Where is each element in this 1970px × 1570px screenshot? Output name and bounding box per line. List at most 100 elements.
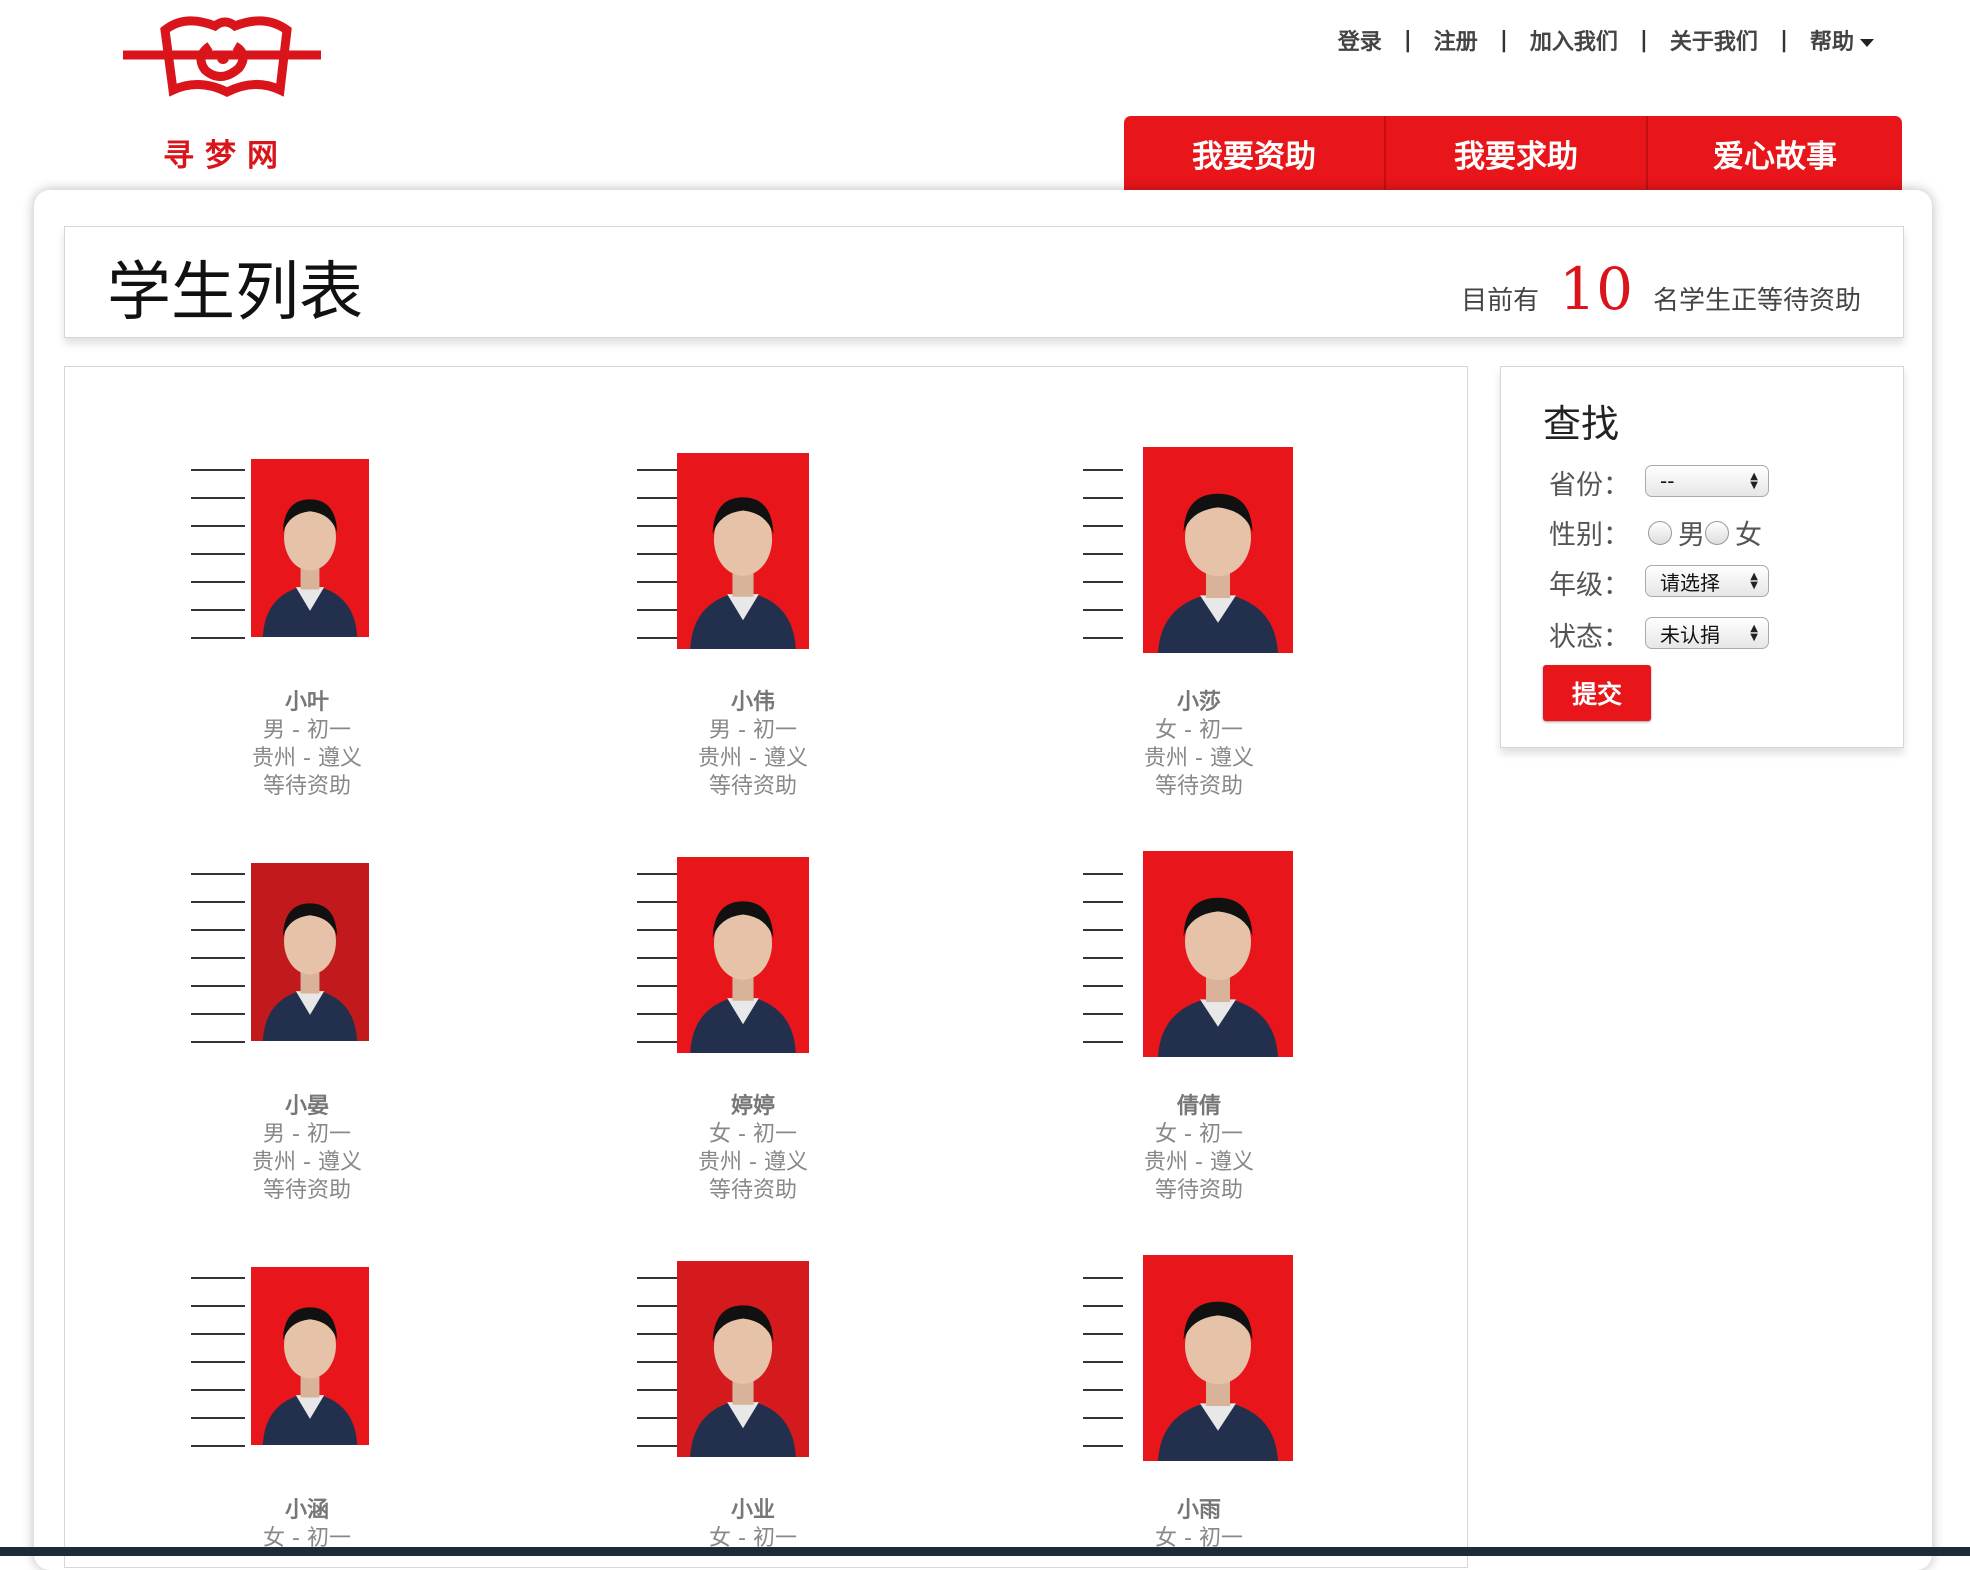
student-location: 贵州 - 遵义 (252, 1150, 362, 1175)
student-gender-grade: 男 - 初一 (263, 1122, 351, 1147)
nav-help-label: 帮助 (1809, 30, 1854, 55)
person-silhouette (690, 497, 796, 649)
status-row: 状态： (1549, 615, 1630, 654)
person-silhouette (1158, 1301, 1278, 1461)
student-name[interactable]: 小莎 (1049, 689, 1349, 717)
student-name[interactable]: 小伟 (603, 689, 903, 717)
grade-select[interactable]: 请选择 ▲ ▼ (1645, 565, 1769, 597)
form-lines (191, 843, 251, 1083)
student-name[interactable]: 小雨 (1049, 1497, 1349, 1525)
nav-login[interactable]: 登录 (1338, 24, 1382, 56)
gender-label: 性别： (1549, 520, 1630, 551)
student-photo[interactable] (1083, 1247, 1315, 1487)
student-location: 贵州 - 遵义 (698, 746, 808, 771)
nav-separator: | (1403, 27, 1412, 53)
student-gender-grade: 女 - 初一 (1155, 1122, 1243, 1147)
student-card[interactable]: 倩倩女 - 初一 贵州 - 遵义 等待资助 (1049, 843, 1349, 1205)
person-silhouette (1158, 493, 1278, 653)
photo-background (677, 453, 809, 649)
gender-row: 性别： 男 女 (1549, 513, 1762, 552)
photo-background (1143, 447, 1293, 653)
grade-value: 请选择 (1660, 570, 1720, 595)
count-suffix: 名学生正等待资助 (1652, 286, 1861, 316)
province-row: 省份： (1549, 463, 1630, 502)
student-photo[interactable] (637, 1247, 869, 1487)
student-name[interactable]: 小晏 (157, 1093, 457, 1121)
tab-sponsor[interactable]: 我要资助 (1124, 116, 1386, 190)
student-photo[interactable] (191, 439, 423, 679)
student-gender-grade: 男 - 初一 (709, 718, 797, 743)
person-silhouette (690, 901, 796, 1053)
student-status: 等待资助 (1154, 1178, 1243, 1203)
nav-join-us[interactable]: 加入我们 (1530, 24, 1618, 56)
photo-background (251, 1267, 369, 1445)
grade-label: 年级： (1549, 570, 1630, 601)
student-card[interactable]: 小业女 - 初一 (603, 1247, 903, 1553)
province-label: 省份： (1549, 470, 1630, 501)
student-gender-grade: 男 - 初一 (263, 718, 351, 743)
student-card[interactable]: 小涵女 - 初一 (157, 1247, 457, 1553)
search-panel: 查找 省份： -- ▲ ▼ 性别： 男 女 年级： 请选择 ▲ ▼ 状态： 未认捐 … (1500, 366, 1904, 748)
status-select[interactable]: 未认捐 ▲ ▼ (1645, 617, 1769, 649)
student-name[interactable]: 小涵 (157, 1497, 457, 1525)
person-silhouette (1158, 897, 1278, 1057)
form-lines (191, 439, 251, 679)
student-card[interactable]: 小晏男 - 初一 贵州 - 遵义 等待资助 (157, 843, 457, 1205)
student-status: 等待资助 (262, 774, 351, 799)
nav-about-us[interactable]: 关于我们 (1670, 24, 1758, 56)
nav-register[interactable]: 注册 (1434, 24, 1478, 56)
tab-request-help[interactable]: 我要求助 (1386, 116, 1648, 190)
student-card[interactable]: 小伟男 - 初一 贵州 - 遵义 等待资助 (603, 439, 903, 801)
student-gender-grade: 女 - 初一 (1155, 718, 1243, 743)
student-status: 等待资助 (708, 774, 797, 799)
student-photo[interactable] (191, 843, 423, 1083)
nav-separator: | (1639, 27, 1648, 53)
gender-male-radio[interactable] (1648, 520, 1672, 545)
nav-separator: | (1499, 27, 1508, 53)
logo-emblem (123, 16, 321, 98)
student-location: 贵州 - 遵义 (1144, 1150, 1254, 1175)
student-card[interactable]: 婷婷女 - 初一 贵州 - 遵义 等待资助 (603, 843, 903, 1205)
form-lines (1083, 843, 1143, 1083)
province-select[interactable]: -- ▲ ▼ (1645, 465, 1769, 497)
student-photo[interactable] (191, 1247, 423, 1487)
count-prefix: 目前有 (1461, 286, 1540, 316)
site-logo[interactable]: 寻梦网 (115, 8, 337, 174)
photo-background (1143, 1255, 1293, 1461)
select-arrows-icon: ▲ ▼ (1750, 571, 1758, 591)
photo-background (251, 863, 369, 1041)
student-photo[interactable] (637, 439, 869, 679)
submit-button[interactable]: 提交 (1543, 665, 1651, 721)
student-name[interactable]: 小叶 (157, 689, 457, 717)
select-arrows-icon: ▲ ▼ (1750, 623, 1758, 643)
gender-female-radio[interactable] (1705, 520, 1729, 545)
student-name[interactable]: 倩倩 (1049, 1093, 1349, 1121)
main-tabs: 我要资助 我要求助 爱心故事 (1124, 116, 1902, 190)
status-label: 状态： (1549, 622, 1630, 653)
student-location: 贵州 - 遵义 (698, 1150, 808, 1175)
province-value: -- (1660, 469, 1675, 493)
gender-female-label: 女 (1735, 520, 1762, 551)
page-title: 学生列表 (107, 256, 363, 330)
student-name[interactable]: 婷婷 (603, 1093, 903, 1121)
status-value: 未认捐 (1660, 622, 1720, 647)
student-photo[interactable] (1083, 439, 1315, 679)
top-navigation: 登录 | 注册 | 加入我们 | 关于我们 | 帮助 (1338, 24, 1874, 56)
student-card[interactable]: 小莎女 - 初一 贵州 - 遵义 等待资助 (1049, 439, 1349, 801)
tab-love-stories[interactable]: 爱心故事 (1648, 116, 1902, 190)
student-list-panel: 小叶男 - 初一 贵州 - 遵义 等待资助 小伟男 - 初一 贵州 - 遵义 等待资助 小莎… (64, 366, 1468, 1568)
student-status: 等待资助 (1154, 774, 1243, 799)
student-photo[interactable] (637, 843, 869, 1083)
waiting-count: 10 (1559, 255, 1633, 323)
photo-background (677, 857, 809, 1053)
form-lines (1083, 439, 1143, 679)
nav-help-dropdown[interactable]: 帮助 (1810, 24, 1874, 56)
student-card[interactable]: 小叶男 - 初一 贵州 - 遵义 等待资助 (157, 439, 457, 801)
student-photo[interactable] (1083, 843, 1315, 1083)
form-lines (191, 1247, 251, 1487)
photo-background (251, 459, 369, 637)
grade-row: 年级： (1549, 563, 1630, 602)
student-status: 等待资助 (262, 1178, 351, 1203)
student-card[interactable]: 小雨女 - 初一 (1049, 1247, 1349, 1553)
student-name[interactable]: 小业 (603, 1497, 903, 1525)
